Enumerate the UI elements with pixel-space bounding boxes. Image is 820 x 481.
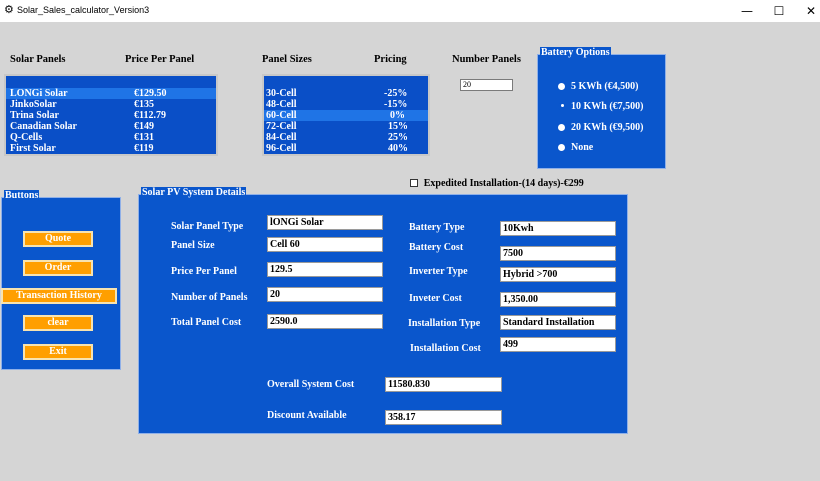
maximize-button[interactable]: ☐ xyxy=(763,0,795,22)
list-item[interactable]: 60-Cell 0% xyxy=(264,110,428,121)
header-pricing: Pricing xyxy=(374,54,407,65)
expedited-installation-checkbox[interactable]: Expedited Installation-(14 days)-€299 xyxy=(410,177,584,189)
panel-size-label: Panel Size xyxy=(171,240,215,251)
discount-available-label: Discount Available xyxy=(267,410,347,421)
number-panels-input[interactable]: 20 xyxy=(460,79,513,91)
list-item[interactable]: 48-Cell -15% xyxy=(264,99,428,110)
panel-size-listbox[interactable]: 30-Cell -25% 48-Cell -15% 60-Cell 0% 72-Cel… xyxy=(262,74,430,156)
clear-button[interactable]: clear xyxy=(23,315,93,331)
main-window: Solar Panels Price Per Panel Panel Sizes… xyxy=(0,22,820,481)
minimize-button[interactable]: — xyxy=(731,0,763,22)
battery-cost-field[interactable]: 7500 xyxy=(500,246,616,261)
battery-option-10kwh[interactable]: 10 KWh (€7,500) xyxy=(558,101,644,112)
discount-available-field[interactable]: 358.17 xyxy=(385,410,502,425)
inverter-cost-field[interactable]: 1,350.00 xyxy=(500,292,616,307)
header-solar-panels: Solar Panels xyxy=(10,54,66,65)
list-item[interactable]: 72-Cell 15% xyxy=(264,121,428,132)
header-price-per-panel: Price Per Panel xyxy=(125,54,195,65)
list-item[interactable]: Trina Solar €112.79 xyxy=(6,110,216,121)
radio-icon xyxy=(558,83,565,91)
inverter-type-label: Inverter Type xyxy=(409,266,468,277)
close-button[interactable]: ✕ xyxy=(795,0,820,22)
price-per-panel-field[interactable]: 129.5 xyxy=(267,262,383,277)
overall-system-cost-label: Overall System Cost xyxy=(267,379,355,390)
battery-cost-label: Battery Cost xyxy=(409,242,464,253)
gear-icon: ⚙ xyxy=(4,3,14,16)
solar-panel-type-field[interactable]: lONGi Solar xyxy=(267,215,383,230)
battery-type-label: Battery Type xyxy=(409,222,465,233)
panel-size-field[interactable]: Cell 60 xyxy=(267,237,383,252)
price-per-panel-label: Price Per Panel xyxy=(171,266,237,277)
installation-type-field[interactable]: Standard Installation xyxy=(500,315,616,330)
list-item[interactable]: JinkoSolar €135 xyxy=(6,99,216,110)
list-item[interactable]: Q-Cells €131 xyxy=(6,132,216,143)
list-item[interactable]: Canadian Solar €149 xyxy=(6,121,216,132)
battery-type-field[interactable]: 10Kwh xyxy=(500,221,616,236)
quote-button[interactable]: Quote xyxy=(23,231,93,247)
list-item[interactable]: LONGi Solar €129.50 xyxy=(6,88,216,99)
radio-icon xyxy=(558,124,565,132)
inverter-cost-label: Inveter Cost xyxy=(409,293,462,304)
radio-selected-dot xyxy=(561,104,564,107)
battery-options-frame: Battery Options 5 KWh (€4,500) 10 KWh (€… xyxy=(537,47,666,169)
total-panel-cost-field[interactable]: 2590.0 xyxy=(267,314,383,329)
installation-cost-field[interactable]: 499 xyxy=(500,337,616,352)
transaction-history-button[interactable]: Transaction History xyxy=(1,288,117,304)
battery-options-legend: Battery Options xyxy=(540,47,611,58)
number-of-panels-field[interactable]: 20 xyxy=(267,287,383,302)
header-number-panels: Number Panels xyxy=(452,54,521,65)
system-details-legend: Solar PV System Details xyxy=(141,187,247,198)
battery-option-none[interactable]: None xyxy=(558,142,593,153)
header-panel-sizes: Panel Sizes xyxy=(262,54,312,65)
title-bar: ⚙ Solar_Sales_calculator_Version3 — ☐ ✕ xyxy=(0,0,820,22)
exit-button[interactable]: Exit xyxy=(23,344,93,360)
list-item[interactable]: 84-Cell 25% xyxy=(264,132,428,143)
window-title: Solar_Sales_calculator_Version3 xyxy=(17,5,150,15)
inverter-type-field[interactable]: Hybrid >700 xyxy=(500,267,616,282)
overall-system-cost-field[interactable]: 11580.830 xyxy=(385,377,502,392)
order-button[interactable]: Order xyxy=(23,260,93,276)
installation-cost-label: Installation Cost xyxy=(410,343,481,354)
checkbox-icon[interactable] xyxy=(410,179,418,188)
buttons-legend: Buttons xyxy=(4,190,40,201)
total-panel-cost-label: Total Panel Cost xyxy=(171,317,242,328)
list-item[interactable]: 30-Cell -25% xyxy=(264,88,428,99)
solar-panel-listbox[interactable]: LONGi Solar €129.50 JinkoSolar €135 Trina … xyxy=(4,74,218,156)
solar-panel-type-label: Solar Panel Type xyxy=(171,221,244,232)
battery-option-5kwh[interactable]: 5 KWh (€4,500) xyxy=(558,81,639,92)
battery-option-20kwh[interactable]: 20 KWh (€9,500) xyxy=(558,122,644,133)
number-of-panels-label: Number of Panels xyxy=(171,292,248,303)
installation-type-label: Installation Type xyxy=(408,318,481,329)
list-item[interactable]: 96-Cell 40% xyxy=(264,143,428,154)
radio-icon xyxy=(558,144,565,152)
list-item[interactable]: First Solar €119 xyxy=(6,143,216,154)
